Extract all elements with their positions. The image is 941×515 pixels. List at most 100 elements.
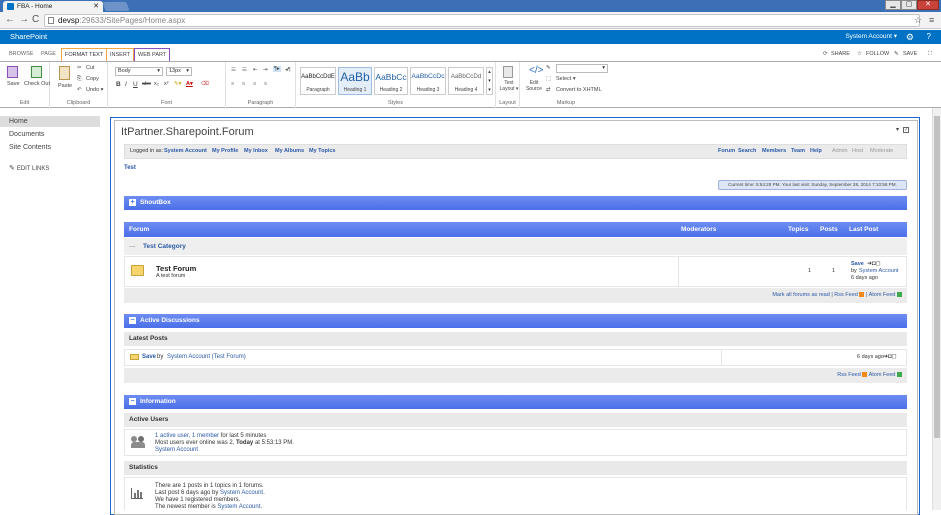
text-layout-icon[interactable]: [503, 66, 513, 78]
markup-styles-icon[interactable]: ✎: [546, 65, 551, 71]
align-right-icon[interactable]: ≡: [253, 81, 256, 87]
close-tab-icon[interactable]: ✕: [93, 1, 99, 12]
help-icon[interactable]: ?: [927, 30, 931, 44]
italic-icon[interactable]: I: [125, 81, 127, 88]
align-center-icon[interactable]: ≡: [242, 81, 245, 87]
mark-all-read-link[interactable]: Mark all forums as read: [772, 292, 829, 298]
tab-page[interactable]: PAGE: [38, 48, 59, 61]
rss-feed-link[interactable]: Rss Feed: [837, 372, 861, 378]
atom-feed-link[interactable]: Atom Feed: [869, 292, 896, 298]
subscript-icon[interactable]: x₂: [154, 81, 159, 87]
nav-documents[interactable]: Documents: [9, 131, 44, 138]
style-heading-4[interactable]: AaBbCcDd Heading 4: [448, 67, 484, 95]
breadcrumb-test[interactable]: Test: [124, 165, 136, 171]
my-albums-link[interactable]: My Albums: [275, 145, 304, 158]
bullet-list-icon[interactable]: ☰: [231, 67, 236, 73]
active-discussions-header[interactable]: − Active Discussions: [124, 314, 907, 328]
follow-icon[interactable]: ☆: [857, 48, 862, 60]
browser-menu-icon[interactable]: ≡: [929, 14, 934, 26]
stats-last-post-user-link[interactable]: System Account: [220, 490, 263, 496]
save-large-icon[interactable]: [7, 66, 18, 78]
highlight-color-icon[interactable]: ✎▾: [174, 81, 181, 87]
strikethrough-icon[interactable]: abc: [142, 81, 151, 87]
collapse-minus-icon[interactable]: −: [129, 316, 136, 324]
shoutbox-header[interactable]: + ShoutBox: [124, 196, 907, 210]
indent-icon[interactable]: ⇥: [263, 67, 268, 73]
team-nav-link[interactable]: Team: [791, 145, 805, 158]
undo-icon[interactable]: ↶: [77, 87, 82, 93]
style-heading-3[interactable]: AaBbCcDc Heading 3: [410, 67, 446, 95]
share-icon[interactable]: ⟳: [823, 48, 828, 60]
forum-name-link[interactable]: Test Forum: [156, 264, 196, 273]
my-profile-link[interactable]: My Profile: [212, 145, 238, 158]
last-post-link[interactable]: Save: [851, 261, 864, 267]
font-size-select[interactable]: 13px ▾: [166, 67, 192, 76]
text-layout-button[interactable]: Text Layout ▾: [499, 80, 519, 92]
reload-icon[interactable]: C: [32, 14, 39, 26]
go-to-post-icon[interactable]: ➜◘◻: [883, 353, 897, 360]
help-nav-link[interactable]: Help: [810, 145, 822, 158]
logged-in-user-link[interactable]: System Account: [164, 145, 207, 158]
scrollbar-thumb[interactable]: [934, 116, 940, 438]
collapse-minus-icon[interactable]: −: [129, 397, 136, 405]
copy-button[interactable]: Copy: [86, 76, 99, 82]
online-user-link[interactable]: System Account: [155, 447, 294, 454]
undo-button[interactable]: Undo ▾: [86, 87, 103, 93]
copy-icon[interactable]: ⎘: [77, 76, 81, 83]
my-inbox-link[interactable]: My Inbox: [244, 145, 268, 158]
styles-scroll-arrows[interactable]: ▴ ▾ ▾: [486, 67, 493, 95]
cut-button[interactable]: Cut: [86, 65, 95, 71]
cut-icon[interactable]: ✂: [77, 65, 82, 71]
share-button[interactable]: SHARE: [831, 48, 850, 60]
edit-links[interactable]: ✎ EDIT LINKS: [9, 164, 49, 172]
browser-tab[interactable]: FBA - Home ✕: [3, 1, 103, 12]
select-icon[interactable]: ⬚: [546, 76, 551, 82]
paste-button[interactable]: Paste: [58, 83, 72, 89]
ltr-icon[interactable]: ¶▸: [273, 66, 281, 72]
style-paragraph[interactable]: AaBbCcDdE Paragraph: [300, 67, 336, 95]
align-left-icon[interactable]: ≡: [231, 81, 234, 87]
check-out-button[interactable]: Check Out: [24, 81, 50, 87]
gear-icon[interactable]: ⚙: [906, 30, 914, 44]
save-page-icon[interactable]: ✎: [894, 48, 899, 60]
convert-xhtml-button[interactable]: Convert to XHTML: [556, 87, 602, 93]
rss-feed-link[interactable]: Rss Feed: [834, 292, 858, 298]
follow-button[interactable]: FOLLOW: [866, 48, 889, 60]
focus-content-icon[interactable]: ⛶: [928, 48, 932, 60]
markup-styles-select[interactable]: ▾: [556, 64, 608, 73]
font-family-select[interactable]: Body ▾: [115, 67, 163, 76]
convert-xhtml-icon[interactable]: ⇄: [546, 87, 551, 93]
nav-home[interactable]: Home: [0, 116, 100, 127]
save-page-button[interactable]: SAVE: [903, 48, 917, 60]
webpart-menu-icon[interactable]: ▾: [896, 126, 899, 133]
account-menu[interactable]: System Account ▾: [845, 30, 897, 44]
ribbon-save-button[interactable]: Save: [7, 81, 20, 87]
font-color-icon[interactable]: A▾: [186, 81, 193, 87]
active-users-link[interactable]: 1 active user, 1 member: [155, 433, 219, 439]
last-post-user-link[interactable]: System Account: [859, 268, 898, 274]
edit-source-button[interactable]: Edit Source: [525, 80, 543, 92]
numbered-list-icon[interactable]: ☰: [242, 67, 247, 73]
select-button[interactable]: Select ▾: [556, 76, 576, 82]
bold-icon[interactable]: B: [116, 81, 121, 88]
style-heading-1[interactable]: AaBb Heading 1: [338, 67, 372, 95]
category-link[interactable]: Test Category: [143, 238, 186, 255]
my-topics-link[interactable]: My Topics: [309, 145, 336, 158]
sharepoint-brand[interactable]: SharePoint: [10, 30, 47, 44]
minimize-icon[interactable]: ▁: [885, 0, 901, 10]
bookmark-star-icon[interactable]: ☆: [914, 14, 922, 26]
forward-arrow-icon[interactable]: →: [19, 14, 29, 26]
latest-post-title-link[interactable]: Save: [142, 354, 156, 360]
latest-post-user-link[interactable]: System Account (Test Forum): [167, 354, 246, 360]
underline-icon[interactable]: U: [133, 81, 138, 88]
maximize-icon[interactable]: ▢: [901, 0, 917, 10]
new-tab-button[interactable]: [102, 2, 130, 11]
go-to-post-icon[interactable]: ➜◘◻: [867, 260, 881, 267]
page-scrollbar[interactable]: [932, 108, 941, 510]
edit-source-icon[interactable]: </>: [529, 65, 543, 76]
rtl-icon[interactable]: ◂¶: [285, 67, 291, 73]
forum-nav-link[interactable]: Forum: [718, 145, 735, 158]
information-header[interactable]: − Information: [124, 395, 907, 409]
stats-newest-member-link[interactable]: System Account: [217, 504, 260, 510]
check-out-icon[interactable]: [31, 66, 42, 78]
